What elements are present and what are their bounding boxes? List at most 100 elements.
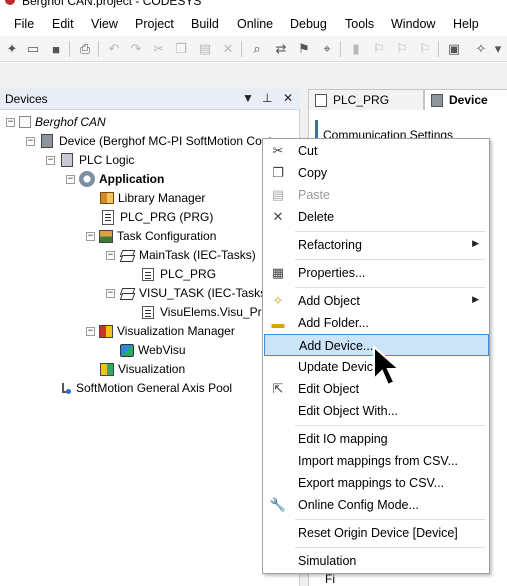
menu-item-cut[interactable]: ✂ Cut	[264, 140, 489, 162]
tree-visualization-manager-label: Visualization Manager	[117, 324, 235, 338]
menu-item-edit-io-mapping[interactable]: Edit IO mapping	[264, 428, 489, 450]
tree-item-webvisu[interactable]: WebVisu	[120, 341, 186, 359]
open-folder-icon[interactable]: ▭	[24, 40, 42, 58]
tree-item-main-task[interactable]: − MainTask (IEC-Tasks)	[106, 246, 256, 264]
menu-online[interactable]: Online	[237, 17, 273, 31]
title-bar: Berghof CAN.project - CODESYS	[0, 0, 507, 10]
program-icon	[102, 209, 114, 225]
delete-icon: ✕	[272, 209, 284, 224]
tree-axis-pool-label: SoftMotion General Axis Pool	[76, 381, 233, 395]
app-icon	[5, 0, 15, 5]
cut-icon[interactable]: ✂	[150, 40, 168, 58]
replace-icon[interactable]: ⇄	[272, 40, 290, 58]
panel-dropdown-icon[interactable]: ▼	[242, 91, 254, 105]
menu-item-simulation[interactable]: Simulation	[264, 550, 489, 572]
collapse-icon[interactable]: −	[26, 136, 35, 146]
toolbar-separator	[438, 41, 439, 57]
menu-item-add-folder[interactable]: ▬ Add Folder...	[264, 312, 489, 334]
collapse-icon[interactable]: −	[66, 174, 75, 184]
menu-item-paste[interactable]: ▤ Paste	[264, 184, 489, 206]
tree-item-visualization-manager[interactable]: − Visualization Manager	[86, 322, 235, 340]
tree-item-task-configuration[interactable]: − Task Configuration	[86, 227, 216, 245]
tree-item-root[interactable]: − Berghof CAN	[6, 113, 106, 131]
task-icon	[119, 247, 135, 263]
bookmark-previous-icon[interactable]: ⚐	[393, 40, 411, 58]
bookmark-clear-icon[interactable]: ⚐	[416, 40, 434, 58]
collapse-icon[interactable]: −	[106, 250, 115, 260]
devices-panel-title: Devices	[5, 92, 48, 106]
pin-icon[interactable]: ⊥	[262, 91, 272, 105]
tree-visu-task-label: VISU_TASK (IEC-Tasks)	[139, 286, 271, 300]
bookmark-next-icon[interactable]: ⚐	[370, 40, 388, 58]
bookmark-find-icon[interactable]: ⚑	[295, 40, 313, 58]
collapse-icon[interactable]: −	[86, 326, 95, 336]
tree-item-application[interactable]: − Application	[66, 170, 164, 188]
menu-window[interactable]: Window	[391, 17, 435, 31]
menu-help[interactable]: Help	[453, 17, 479, 31]
bookmark-toggle-icon[interactable]: ▮	[347, 40, 365, 58]
tree-item-main-task-call[interactable]: PLC_PRG	[140, 265, 216, 283]
menu-view[interactable]: View	[91, 17, 118, 31]
tab-plc-prg[interactable]: PLC_PRG	[308, 89, 424, 110]
save-icon[interactable]: ■	[47, 40, 65, 58]
tree-item-axis-pool[interactable]: SoftMotion General Axis Pool	[60, 379, 232, 397]
menu-separator	[295, 547, 485, 548]
chevron-down-icon[interactable]: ▾	[489, 40, 507, 58]
tree-item-visu-task-call[interactable]: VisuElems.Visu_Prg	[140, 303, 268, 321]
find-icon[interactable]: ⌕	[248, 40, 266, 58]
copy-icon[interactable]: ❐	[172, 40, 190, 58]
paste-icon[interactable]: ▤	[196, 40, 214, 58]
window-list-icon[interactable]: ▣	[445, 40, 463, 58]
menu-item-label: Paste	[298, 188, 330, 202]
tree-item-plc-prg[interactable]: PLC_PRG (PRG)	[100, 208, 213, 226]
tree-item-device[interactable]: − Device (Berghof MC-PI SoftMotion Contr…	[26, 132, 282, 150]
menu-project[interactable]: Project	[135, 17, 174, 31]
menu-item-import-mappings[interactable]: Import mappings from CSV...	[264, 450, 489, 472]
tree-library-manager-label: Library Manager	[118, 191, 206, 205]
tab-device[interactable]: Device	[424, 89, 507, 110]
menu-item-reset-origin-device[interactable]: Reset Origin Device [Device]	[264, 522, 489, 544]
menu-tools[interactable]: Tools	[345, 17, 374, 31]
menu-edit[interactable]: Edit	[52, 17, 74, 31]
menu-item-delete[interactable]: ✕ Delete	[264, 206, 489, 228]
new-project-icon[interactable]: ✦	[3, 40, 21, 58]
redo-icon[interactable]: ↷	[127, 40, 145, 58]
tree-item-visu-task[interactable]: − VISU_TASK (IEC-Tasks)	[106, 284, 270, 302]
menu-item-properties[interactable]: ▦ Properties...	[264, 262, 489, 284]
menu-debug[interactable]: Debug	[290, 17, 327, 31]
collapse-icon[interactable]: −	[46, 155, 55, 165]
collapse-icon[interactable]: −	[106, 288, 115, 298]
tree-item-library-manager[interactable]: Library Manager	[100, 189, 205, 207]
cross-reference-icon[interactable]: ⌖	[318, 40, 336, 58]
undo-icon[interactable]: ↶	[105, 40, 123, 58]
menu-item-copy[interactable]: ❐ Copy	[264, 162, 489, 184]
task-configuration-icon	[99, 229, 113, 243]
menu-item-export-mappings[interactable]: Export mappings to CSV...	[264, 472, 489, 494]
collapse-icon[interactable]: −	[86, 231, 95, 241]
menu-file[interactable]: File	[14, 17, 34, 31]
cut-icon: ✂	[272, 143, 284, 158]
tree-item-plc-logic[interactable]: − PLC Logic	[46, 151, 134, 169]
menu-item-edit-object-with[interactable]: Edit Object With...	[264, 400, 489, 422]
menu-item-online-config-mode[interactable]: 🔧 Online Config Mode...	[264, 494, 489, 516]
menu-item-label: Online Config Mode...	[298, 498, 419, 512]
menu-item-label: Add Folder...	[298, 316, 369, 330]
toolbar-separator	[340, 41, 341, 57]
add-object-dropdown-icon[interactable]: ✧	[472, 40, 490, 58]
menu-item-label: Import mappings from CSV...	[298, 454, 459, 468]
tree-plc-logic-label: PLC Logic	[79, 153, 135, 167]
menu-item-refactoring[interactable]: Refactoring ▶	[264, 234, 489, 256]
print-icon[interactable]: ⎙	[76, 40, 94, 58]
menu-separator	[295, 519, 485, 520]
collapse-icon[interactable]: −	[6, 117, 15, 127]
tree-item-visualization[interactable]: Visualization	[100, 360, 185, 378]
menu-item-add-object[interactable]: ✧ Add Object ▶	[264, 290, 489, 312]
delete-icon[interactable]: ✕	[219, 40, 237, 58]
program-call-icon	[142, 305, 154, 319]
menu-build[interactable]: Build	[191, 17, 219, 31]
workspace-gap	[0, 63, 507, 88]
close-icon[interactable]: ✕	[283, 91, 293, 105]
menu-item-label: Edit Object With...	[298, 404, 399, 418]
device-icon	[431, 93, 443, 107]
plc-logic-icon	[61, 153, 73, 167]
